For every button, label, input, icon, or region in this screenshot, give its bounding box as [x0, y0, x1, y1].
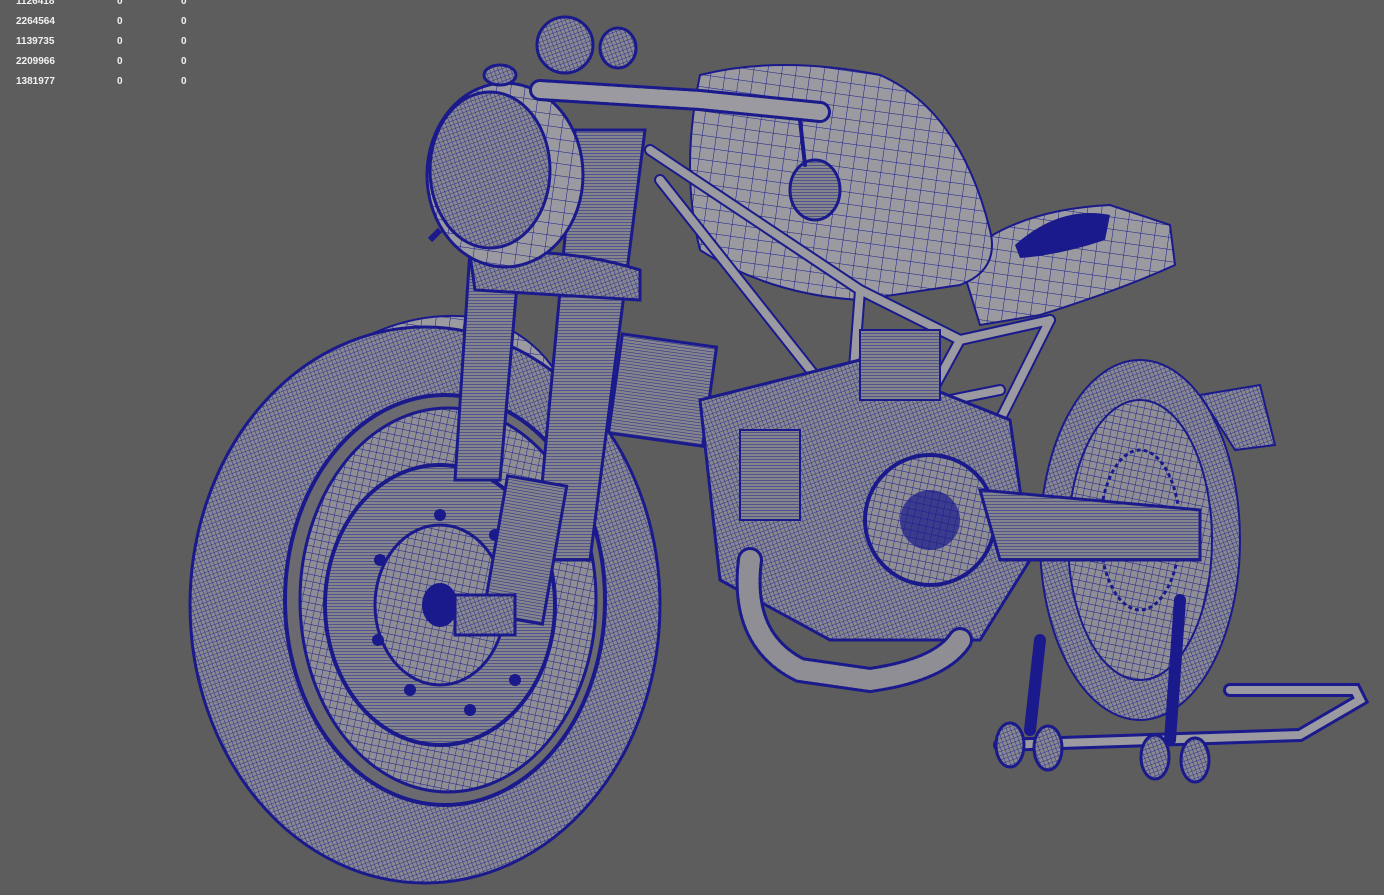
hud-value-a: 0: [117, 36, 123, 47]
hud-row: 1126418 0 0: [0, 0, 200, 12]
hud-value-a: 0: [117, 76, 123, 87]
hud-value-a: 0: [117, 16, 123, 27]
hud-count: 2264564: [16, 16, 55, 27]
poly-count-hud: 1126418 0 0 2264564 0 0 1139735 0 0 2209…: [0, 0, 200, 92]
hud-count: 1381977: [16, 76, 55, 87]
hud-value-b: 0: [181, 36, 187, 47]
hud-value-b: 0: [181, 16, 187, 27]
radiator: [606, 332, 719, 448]
hud-value-b: 0: [181, 0, 187, 7]
hud-row: 2209966 0 0: [0, 52, 200, 72]
hud-row: 1139735 0 0: [0, 32, 200, 52]
hud-row: 2264564 0 0: [0, 12, 200, 32]
3d-viewport[interactable]: 1126418 0 0 2264564 0 0 1139735 0 0 2209…: [0, 0, 1384, 895]
hud-value-a: 0: [117, 56, 123, 67]
hud-value-b: 0: [181, 56, 187, 67]
hud-count: 1126418: [16, 0, 55, 7]
seat-tail: [958, 203, 1177, 327]
instrument-gauges: [482, 15, 638, 87]
hud-row: 1381977 0 0: [0, 72, 200, 92]
paddock-stand: [993, 594, 1370, 784]
hud-count: 2209966: [16, 56, 55, 67]
hud-value-a: 0: [117, 0, 123, 7]
motorcycle-wireframe-model[interactable]: [0, 0, 1384, 895]
hud-count: 1139735: [16, 36, 55, 47]
hud-value-b: 0: [181, 76, 187, 87]
headlight: [425, 81, 585, 269]
